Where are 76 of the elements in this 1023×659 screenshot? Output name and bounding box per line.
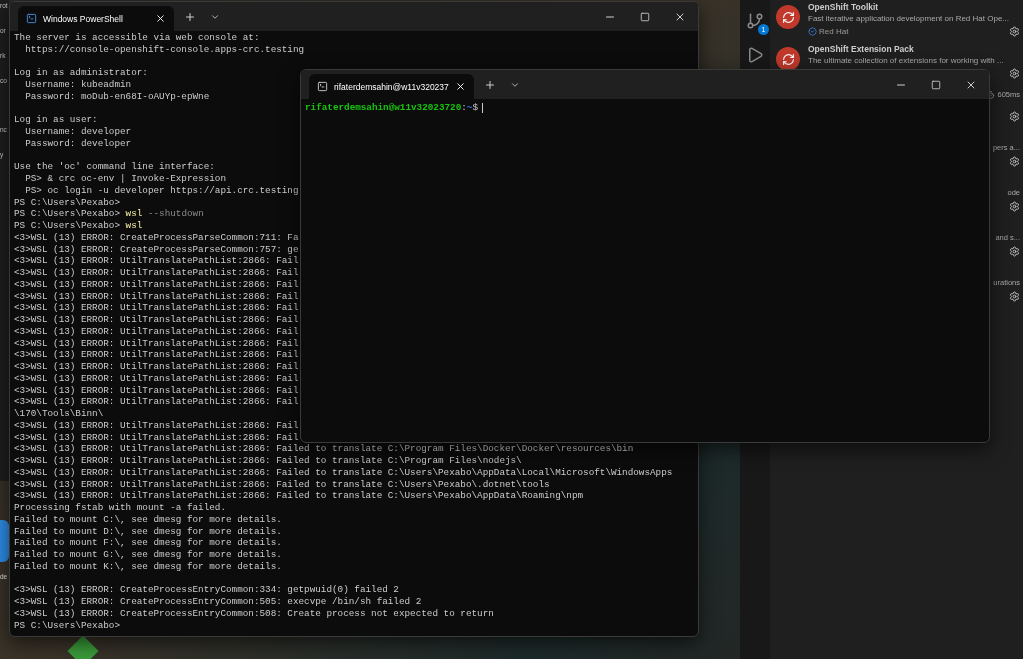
terminal-line: Failed to mount F:\, see dmesg for more details.	[14, 537, 282, 549]
terminal-line: <3>WSL (13) ERROR: UtilTranslatePathList:2866: Fail	[14, 384, 299, 396]
plus-icon	[184, 10, 196, 23]
close-tab-icon[interactable]	[155, 13, 166, 24]
terminal-line: <3>WSL (13) ERROR: CreateProcessParseCommon:757: ge	[14, 243, 299, 255]
terminal-line: Log in as user:	[14, 114, 98, 126]
text-cursor	[482, 102, 483, 113]
close-tab-icon[interactable]	[454, 81, 466, 92]
refresh-logo-icon	[776, 5, 800, 29]
terminal-icon	[26, 13, 37, 24]
terminal-line: Username: developer	[24, 126, 132, 137]
extension-description: The ultimate collection of extensions for working with ...	[808, 55, 1005, 67]
settings-icon[interactable]	[1009, 156, 1020, 167]
terminal-line: <3>WSL (13) ERROR: CreateProcessEntryCommon:505: execvpe /bin/sh failed 2	[14, 596, 422, 607]
settings-icon[interactable]	[1009, 26, 1020, 37]
extension-title: OpenShift Toolkit	[808, 1, 880, 13]
refresh-logo-icon	[776, 47, 800, 71]
terminal-line: Failed to mount K:\, see dmesg for more details.	[14, 560, 282, 572]
terminal-line: <3>WSL (13) ERROR: UtilTranslatePathList:2866: Fail	[14, 349, 299, 361]
terminal-line: PS C:\Users\Pexabo>	[14, 196, 120, 208]
publisher-name: Red Hat	[819, 27, 849, 36]
settings-icon[interactable]	[1009, 111, 1020, 122]
terminal-command-line: PS C:\Users\Pexabo> wsl	[14, 220, 143, 231]
terminal-line: PS> oc login -u developer https://api.crc.testing	[24, 184, 299, 196]
terminal-line: Failed to mount D:\, see dmesg for more details.	[14, 525, 282, 537]
terminal-line: Failed to mount C:\, see dmesg for more details.	[14, 513, 282, 525]
terminal-line: <3>WSL (13) ERROR: UtilTranslatePathList:2866: Fail	[14, 337, 299, 349]
terminal-line: <3>WSL (13) ERROR: UtilTranslatePathList:2866: Failed to translate C:\Program Files\Docker\Docker\resources\bin	[14, 443, 634, 455]
terminal-line: \170\Tools\Binn\	[14, 408, 104, 419]
terminal-line: <3>WSL (13) ERROR: CreateProcessEntryCommon:334: getpwuid(0) failed 2	[14, 584, 399, 596]
terminal-line: <3>WSL (13) ERROR: UtilTranslatePathList:2866: Fail	[14, 314, 299, 325]
terminal-line: <3>WSL (13) ERROR: UtilTranslatePathList:2866: Fail	[14, 325, 299, 337]
terminal-line: <3>WSL (13) ERROR: UtilTranslatePathList:2866: Fail	[14, 431, 299, 443]
terminal-line: PS C:\Users\Pexabo>	[14, 619, 120, 631]
verified-icon	[808, 27, 817, 36]
settings-icon[interactable]	[1009, 201, 1020, 212]
extension-description: Fast iterative application development on Red Hat Ope...	[808, 13, 1010, 25]
terminal-line: Log in as administrator:	[14, 67, 148, 79]
terminal-tab[interactable]: Windows PowerShell	[18, 6, 174, 31]
settings-icon[interactable]	[1009, 246, 1020, 257]
terminal-line: <3>WSL (13) ERROR: UtilTranslatePathList:2866: Fail	[14, 278, 299, 290]
terminal-tab[interactable]: rifaterdemsahin@w11v320237	[309, 74, 474, 99]
terminal-line: <3>WSL (13) ERROR: UtilTranslatePathList:2866: Fail	[14, 267, 299, 278]
terminal-line: Password: moDub-en68I-oAUYp-epWne	[24, 90, 210, 102]
maximize-icon	[640, 11, 650, 22]
extension-title: OpenShift Extension Pack	[808, 43, 915, 55]
terminal-line: Password: developer	[24, 137, 132, 149]
shell-prompt: rifaterdemsahin@w11v32023720:~$	[305, 102, 478, 113]
terminal-line: The server is accessible via web console at:	[14, 32, 260, 43]
terminal-icon	[317, 81, 328, 92]
terminal-line: <3>WSL (13) ERROR: UtilTranslatePathList:2866: Fail	[14, 290, 299, 302]
terminal-line: Username: kubeadmin	[24, 79, 132, 90]
terminal-line: <3>WSL (13) ERROR: UtilTranslatePathList:2866: Failed to translate C:\Users\Pexabo\AppData\Roaming\npm	[14, 490, 584, 502]
terminal-line: https://console-openshift-console.apps-crc.testing	[24, 43, 305, 55]
terminal-line: <3>WSL (13) ERROR: UtilTranslatePathList:2866: Failed to translate C:\Users\Pexabo\AppData\Local\Microsoft\WindowsApps	[14, 466, 673, 478]
terminal-command-line: PS C:\Users\Pexabo> wsl --shutdown	[14, 208, 204, 220]
plus-icon	[483, 78, 496, 91]
run-debug-icon[interactable]	[746, 46, 764, 64]
app-icon[interactable]	[0, 520, 9, 562]
settings-icon[interactable]	[1009, 68, 1020, 79]
terminal-line: Processing fstab with mount -a failed.	[14, 502, 226, 513]
terminal-line: <3>WSL (13) ERROR: UtilTranslatePathList:2866: Failed to translate C:\Users\Pexabo\.dotnet\tools	[14, 478, 550, 490]
terminal-line: PS> & crc oc-env | Invoke-Expression	[24, 173, 226, 184]
terminal-line: <3>WSL (13) ERROR: UtilTranslatePathList:2866: Fail	[14, 255, 299, 267]
terminal-line: <3>WSL (13) ERROR: CreateProcessParseCommon:711: Fa	[14, 231, 299, 243]
terminal-line: <3>WSL (13) ERROR: UtilTranslatePathList:2866: Fail	[14, 396, 299, 408]
terminal-line: <3>WSL (13) ERROR: UtilTranslatePathList:2866: Fail	[14, 372, 299, 384]
terminal-line: <3>WSL (13) ERROR: CreateProcessEntryCommon:508: Create process not expected to return	[14, 607, 494, 619]
settings-icon[interactable]	[1009, 291, 1020, 302]
terminal-line: Failed to mount G:\, see dmesg for more details.	[14, 549, 282, 560]
terminal-line: Use the 'oc' command line interface:	[14, 161, 215, 173]
terminal-line: <3>WSL (13) ERROR: UtilTranslatePathList:2866: Fail	[14, 361, 299, 372]
terminal-line: <3>WSL (13) ERROR: UtilTranslatePathList:2866: Failed to translate C:\Program Files\nodejs\	[14, 455, 522, 466]
terminal-line: <3>WSL (13) ERROR: UtilTranslatePathList:2866: Fail	[14, 419, 299, 431]
terminal-line: <3>WSL (13) ERROR: UtilTranslatePathList:2866: Fail	[14, 302, 299, 314]
maximize-icon	[931, 79, 941, 90]
